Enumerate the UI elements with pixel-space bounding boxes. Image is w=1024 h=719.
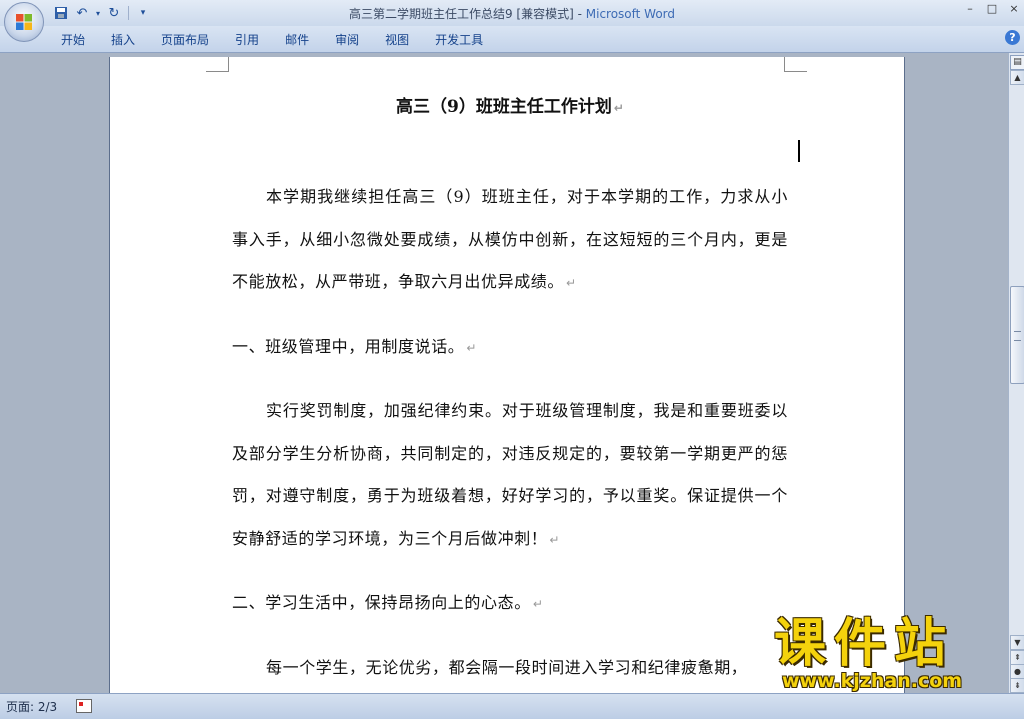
tab-home[interactable]: 开始 [48,31,98,49]
paragraph: 实行奖罚制度，加强纪律约束。对于班级管理制度，我是和重要班委以及部分学生分析协商… [232,401,788,548]
section-heading: 二、学习生活中，保持昂扬向上的心态。 ↵ [232,593,544,612]
close-button[interactable]: × [1008,2,1020,16]
margin-marker-right [784,57,807,72]
vertical-scrollbar[interactable]: ▤ ▲ ▼ ⇞ ● ⇟ [1008,53,1024,693]
office-logo-icon [16,14,32,30]
document-name: 高三第二学期班主任工作总结9 [兼容模式] [348,7,574,21]
scroll-thumb[interactable] [1010,286,1024,384]
site-watermark: 课件站 www.kjzhan.com [770,614,1010,694]
select-browse-object-button[interactable]: ● [1010,664,1024,679]
status-bar: 页面: 2/3 [0,693,1024,719]
document-area[interactable]: 高三（9）班班主任工作计划 ↵ 本学期我继续担任高三（9）班班主任，对于本学期的工… [0,53,1008,693]
app-name: Microsoft Word [585,7,676,21]
minimize-button[interactable]: – [964,2,976,16]
watermark-text: 课件站 [774,614,955,674]
page-indicator[interactable]: 页面: 2/3 [6,698,57,715]
title-bar: ↶ ▾ ↻ ▾ 高三第二学期班主任工作总结9 [兼容模式] - Microsof… [0,0,1024,42]
window-controls: – □ × [964,2,1020,16]
tab-developer[interactable]: 开发工具 [422,31,496,49]
tab-insert[interactable]: 插入 [98,31,148,49]
empty-line [232,128,800,176]
tab-mailings[interactable]: 邮件 [272,31,322,49]
margin-marker-left [206,57,229,72]
title-separator: - [573,7,586,21]
help-icon[interactable]: ? [1005,30,1020,45]
watermark-url: www.kjzhan.com [782,670,963,692]
section-heading: 一、班级管理中，用制度说话。 ↵ [232,336,478,356]
text-cursor [798,140,800,162]
window-title: 高三第二学期班主任工作总结9 [兼容模式] - Microsoft Word [0,5,1024,22]
scroll-down-button[interactable]: ▼ [1010,635,1024,650]
tab-view[interactable]: 视图 [372,31,422,49]
document-title: 高三（9）班班主任工作计划 ↵ [396,97,624,117]
tab-review[interactable]: 审阅 [322,31,372,49]
previous-page-button[interactable]: ⇞ [1010,650,1024,665]
tab-page-layout[interactable]: 页面布局 [148,31,222,49]
maximize-button[interactable]: □ [986,2,998,16]
office-button[interactable] [4,2,44,42]
paragraph: 本学期我继续担任高三（9）班班主任，对于本学期的工作，力求从小事入手，从细小忽微… [232,187,788,291]
proofing-icon[interactable] [76,699,92,713]
paragraph: 每一个学生，无论优劣，都会隔一段时间进入学习和纪律疲惫期， [266,657,748,677]
next-page-button[interactable]: ⇟ [1010,678,1024,693]
ribbon-tabs: 开始 插入 页面布局 引用 邮件 审阅 视图 开发工具 ? [0,26,1024,53]
document-body: 高三（9）班班主任工作计划 ↵ 本学期我继续担任高三（9）班班主任，对于本学期的工… [232,87,800,693]
document-page[interactable]: 高三（9）班班主任工作计划 ↵ 本学期我继续担任高三（9）班班主任，对于本学期的工… [110,57,904,693]
tab-references[interactable]: 引用 [222,31,272,49]
ruler-toggle-icon[interactable]: ▤ [1010,55,1024,70]
scroll-up-button[interactable]: ▲ [1010,70,1024,85]
